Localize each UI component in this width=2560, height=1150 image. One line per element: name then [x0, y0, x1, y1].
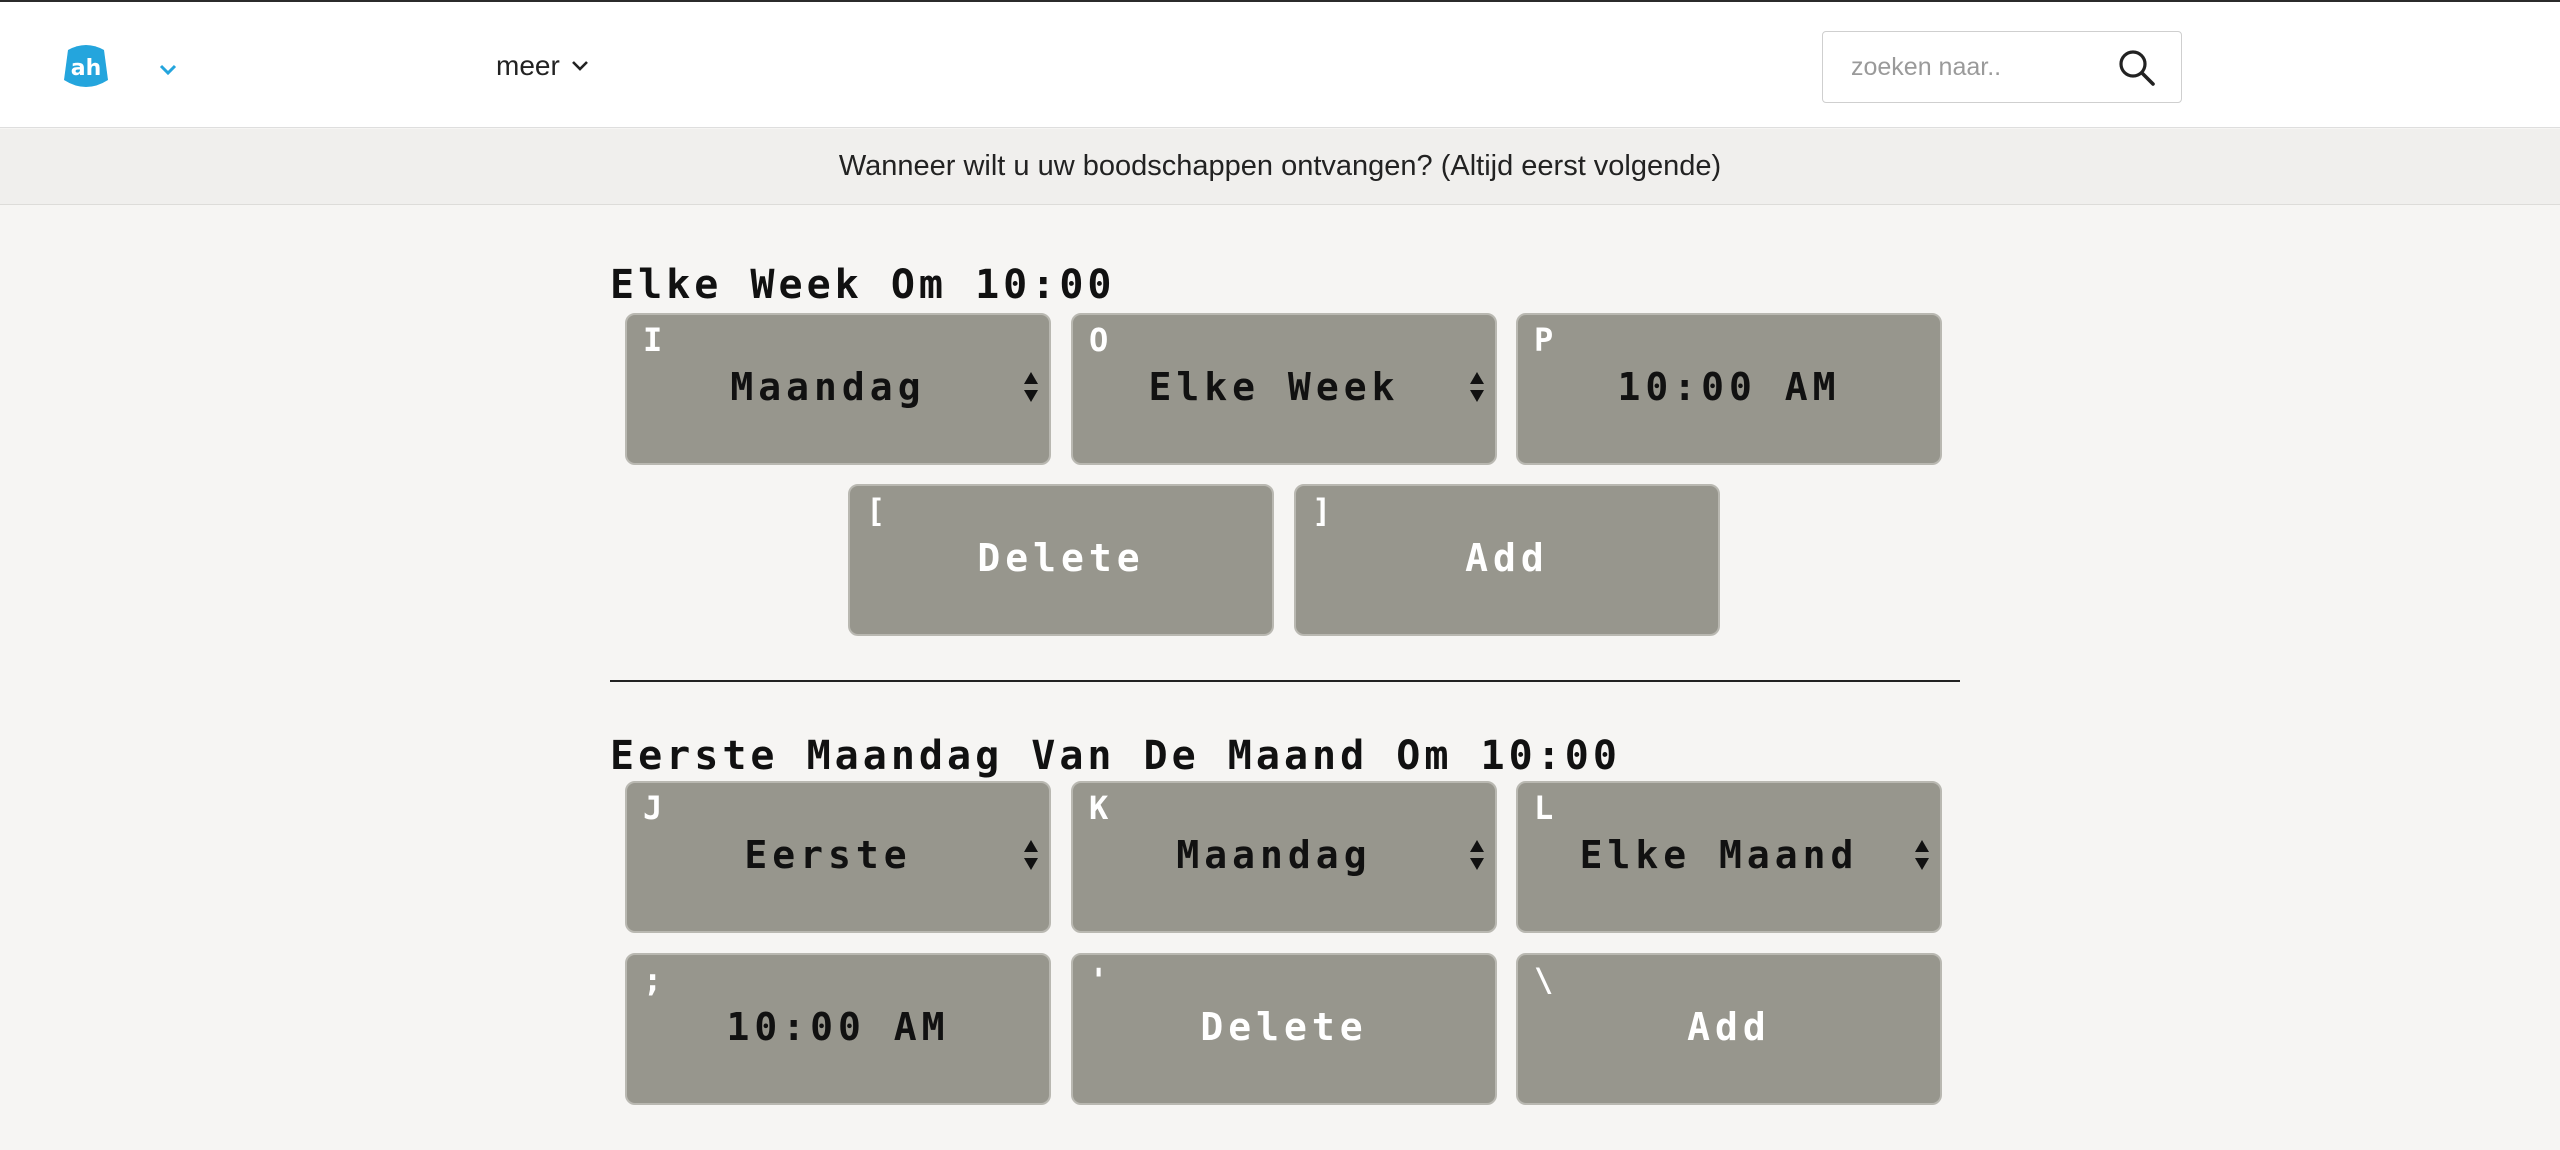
- weekly-frequency-select[interactable]: O Elke Week: [1071, 313, 1497, 465]
- svg-text:ah: ah: [71, 56, 102, 81]
- shortcut-key: \: [1534, 961, 1554, 999]
- nav-more-menu[interactable]: meer: [496, 46, 590, 86]
- chevron-down-icon[interactable]: [157, 58, 179, 80]
- weekly-add-button[interactable]: ] Add: [1294, 484, 1720, 636]
- monthly-ordinal-value: Eerste: [744, 833, 912, 877]
- delete-label: Delete: [1200, 1005, 1368, 1049]
- monthly-frequency-value: Elke Maand: [1579, 833, 1859, 877]
- shortcut-key: L: [1534, 789, 1554, 827]
- select-arrows-icon: [1912, 835, 1932, 875]
- shortcut-key: ': [1089, 961, 1109, 999]
- delete-label: Delete: [977, 536, 1145, 580]
- monthly-time-input[interactable]: ; 10:00 AM: [625, 953, 1051, 1105]
- monthly-day-value: Maandag: [1176, 833, 1372, 877]
- weekly-day-select[interactable]: I Maandag: [625, 313, 1051, 465]
- search-icon[interactable]: [2117, 48, 2157, 88]
- shortcut-key: P: [1534, 321, 1554, 359]
- delivery-banner: Wanneer wilt u uw boodschappen ontvangen…: [0, 129, 2560, 205]
- weekly-frequency-value: Elke Week: [1148, 365, 1400, 409]
- shortcut-key: K: [1089, 789, 1109, 827]
- monthly-ordinal-select[interactable]: J Eerste: [625, 781, 1051, 933]
- select-arrows-icon: [1021, 835, 1041, 875]
- weekly-day-value: Maandag: [730, 365, 926, 409]
- monthly-add-button[interactable]: \ Add: [1516, 953, 1942, 1105]
- select-arrows-icon: [1467, 835, 1487, 875]
- shortcut-key: I: [643, 321, 663, 359]
- weekly-time-value: 10:00 AM: [1617, 365, 1841, 409]
- monthly-time-value: 10:00 AM: [726, 1005, 950, 1049]
- monthly-delete-button[interactable]: ' Delete: [1071, 953, 1497, 1105]
- site-header: ah meer: [0, 2, 2560, 128]
- section-divider: [610, 680, 1960, 682]
- monthly-schedule-title: Eerste Maandag Van De Maand Om 10:00: [610, 733, 1621, 779]
- shortcut-key: ;: [643, 961, 663, 999]
- weekly-delete-button[interactable]: [ Delete: [848, 484, 1274, 636]
- shortcut-key: O: [1089, 321, 1109, 359]
- chevron-down-icon: [570, 50, 590, 82]
- shortcut-key: [: [866, 492, 886, 530]
- albert-heijn-logo-icon[interactable]: ah: [60, 40, 112, 92]
- weekly-schedule-title: Elke Week Om 10:00: [610, 262, 1116, 308]
- select-arrows-icon: [1021, 367, 1041, 407]
- add-label: Add: [1465, 536, 1549, 580]
- monthly-frequency-select[interactable]: L Elke Maand: [1516, 781, 1942, 933]
- shortcut-key: ]: [1312, 492, 1332, 530]
- monthly-day-select[interactable]: K Maandag: [1071, 781, 1497, 933]
- select-arrows-icon: [1467, 367, 1487, 407]
- nav-more-label: meer: [496, 50, 560, 81]
- search-box: [1822, 31, 2182, 103]
- delivery-banner-text: Wanneer wilt u uw boodschappen ontvangen…: [838, 150, 1722, 182]
- shortcut-key: J: [643, 789, 663, 827]
- add-label: Add: [1687, 1005, 1771, 1049]
- search-input[interactable]: [1851, 52, 2111, 82]
- weekly-time-input[interactable]: P 10:00 AM: [1516, 313, 1942, 465]
